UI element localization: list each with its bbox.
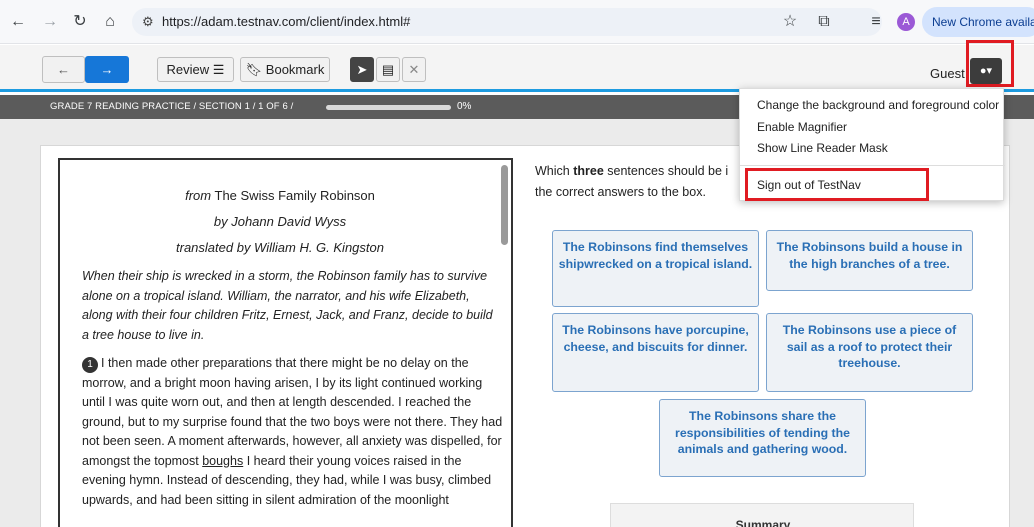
answer-eliminator-button[interactable]: ▤ [376, 57, 400, 82]
answer-option[interactable]: The Robinsons find themselves shipwrecke… [552, 230, 759, 307]
address-bar[interactable]: ⚙ https://adam.testnav.com/client/index.… [132, 8, 882, 36]
summary-drop-box[interactable]: Summary [610, 503, 914, 527]
passage-intro: When their ship is wrecked in a storm, t… [82, 269, 493, 342]
passage-title: from The Swiss Family Robinson [60, 188, 500, 203]
bookmark-label: Bookmark [265, 62, 325, 77]
passage-panel[interactable]: from The Swiss Family Robinson by Johann… [58, 158, 513, 527]
menu-divider [740, 165, 1005, 166]
extensions-icon[interactable]: ⧉ [814, 12, 834, 32]
answer-option[interactable]: The Robinsons share the responsibilities… [659, 399, 866, 477]
answer-option[interactable]: The Robinsons build a house in the high … [766, 230, 973, 291]
previous-question-button[interactable]: ← [42, 56, 85, 83]
answer-option[interactable]: The Robinsons have porcupine, cheese, an… [552, 313, 759, 392]
question-prompt: Which three sentences should be i the co… [535, 161, 745, 203]
url-text[interactable]: https://adam.testnav.com/client/index.ht… [162, 14, 410, 29]
star-icon[interactable]: ☆ [780, 12, 800, 32]
testnav-toolbar: ← → Review ☰ 🔖︎ Bookmark ➤ ▤ ✕ Guest ●▾ [0, 45, 1034, 92]
menu-item-magnifier[interactable]: Enable Magnifier [757, 120, 847, 134]
paragraph-number-badge: 1 [82, 357, 98, 373]
pointer-icon: ➤ [356, 62, 368, 77]
note-icon: ▤ [381, 62, 395, 77]
progress-percent: 0% [457, 101, 472, 112]
sign-out-highlight [745, 168, 929, 201]
passage-scrollbar[interactable] [501, 165, 508, 245]
bookmark-button[interactable]: 🔖︎ Bookmark [240, 57, 330, 82]
title-text: The Swiss Family Robinson [214, 188, 375, 203]
passage-author: by Johann David Wyss [213, 214, 347, 229]
close-icon: ✕ [408, 62, 420, 77]
profile-avatar[interactable]: A [897, 13, 915, 31]
reading-list-icon[interactable]: ≡ [866, 12, 886, 32]
paragraph-text-1: I then made other preparations that ther… [82, 356, 503, 468]
question-prefix: Which [535, 164, 574, 178]
reload-icon[interactable]: ↻ [70, 12, 90, 32]
user-name-label: Guest [930, 66, 965, 81]
next-question-button[interactable]: → [85, 56, 129, 83]
menu-item-line-reader[interactable]: Show Line Reader Mask [757, 141, 888, 155]
review-button[interactable]: Review ☰ [157, 57, 234, 82]
menu-item-color[interactable]: Change the background and foreground col… [757, 98, 999, 112]
update-chrome-button[interactable]: New Chrome available [922, 7, 1034, 37]
bookmark-icon: 🔖︎ [245, 62, 263, 77]
passage-paragraph: 1I then made other preparations that the… [82, 354, 504, 510]
cross-out-tool-button[interactable]: ✕ [402, 57, 426, 82]
back-arrow-icon[interactable]: ← [8, 12, 28, 32]
breadcrumb: GRADE 7 READING PRACTICE / SECTION 1 / 1… [50, 101, 294, 112]
vocab-word[interactable]: boughs [202, 454, 243, 468]
question-rest: sentences should be i [603, 164, 729, 178]
site-settings-icon[interactable]: ⚙ [142, 14, 154, 30]
user-menu-highlight [966, 40, 1014, 87]
question-bold-word: three [573, 164, 604, 178]
question-line-2: the correct answers to the box. [535, 185, 706, 199]
home-icon[interactable]: ⌂ [100, 12, 120, 32]
passage-translator: translated by William H. G. Kingston [176, 240, 384, 255]
pointer-tool-button[interactable]: ➤ [350, 57, 374, 82]
browser-toolbar: ← → ↻ ⌂ ⚙ https://adam.testnav.com/clien… [0, 0, 1034, 44]
forward-arrow-icon[interactable]: → [40, 12, 60, 32]
answer-option[interactable]: The Robinsons use a piece of sail as a r… [766, 313, 973, 392]
progress-bar [326, 105, 451, 110]
title-prefix: from [185, 188, 212, 203]
summary-label: Summary [735, 518, 791, 527]
